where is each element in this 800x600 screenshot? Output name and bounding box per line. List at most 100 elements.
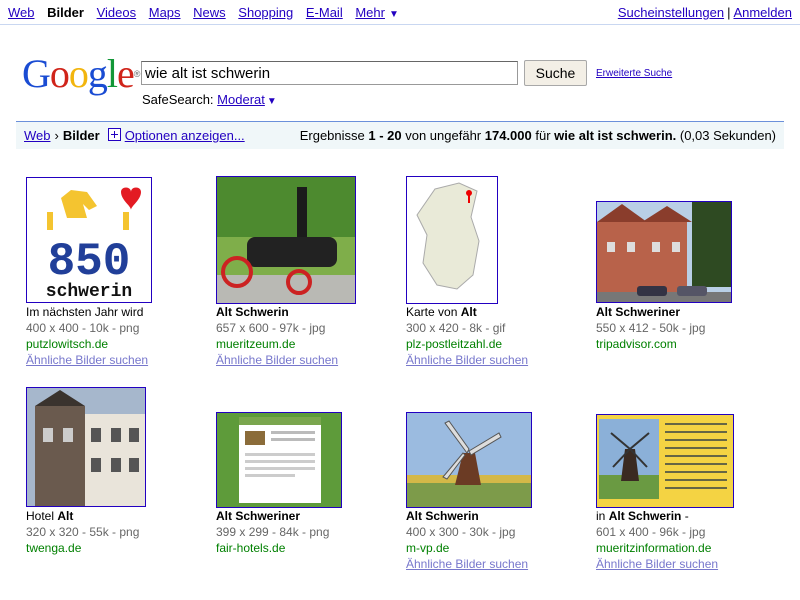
logo-letter: o <box>68 51 89 96</box>
result-domain: mueritzinformation.de <box>596 541 712 555</box>
plus-icon[interactable] <box>107 128 121 141</box>
result-title-part: Karte von <box>406 305 461 319</box>
top-navigation: Web Bilder Videos Maps News Shopping E-M… <box>0 0 800 24</box>
search-input[interactable] <box>141 61 518 85</box>
advanced-search-link[interactable]: Erweiterte Suche <box>596 68 672 79</box>
result-title: Alt Schwerin <box>406 508 581 524</box>
chevron-down-icon[interactable]: ▼ <box>389 9 399 20</box>
search-button[interactable]: Suche <box>524 60 587 86</box>
thumbnail-image <box>407 413 531 507</box>
result-title: Im nächsten Jahr wird <box>26 304 201 320</box>
divider <box>0 24 800 25</box>
nav-maps[interactable]: Maps <box>149 5 181 20</box>
result-dimensions: 400 x 400 - 10k - png <box>26 321 140 335</box>
result-title: in Alt Schwerin - <box>596 508 771 524</box>
nav-videos[interactable]: Videos <box>97 5 137 20</box>
result-title-part: Alt Schweriner <box>216 509 301 523</box>
similar-images-link[interactable]: Ähnliche Bilder suchen <box>406 352 581 368</box>
logo-letter: o <box>49 51 70 96</box>
result-meta: Alt Schweriner 550 x 412 - 50k - jpg tripa… <box>596 304 771 352</box>
logo-letter: l <box>106 51 118 96</box>
result-thumbnail[interactable] <box>216 412 342 508</box>
result-meta: Alt Schweriner 399 x 299 - 84k - png fair-… <box>216 508 391 556</box>
nav-bilder: Bilder <box>47 5 84 20</box>
thumbnail-image: 850 schwerin <box>27 178 151 302</box>
result-thumbnail[interactable] <box>406 412 532 508</box>
result-thumbnail[interactable] <box>216 176 356 304</box>
chevron-down-icon[interactable]: ▼ <box>267 96 277 107</box>
stats-text: von ungefähr <box>401 128 485 143</box>
breadcrumb-current: Bilder <box>62 128 100 143</box>
result-domain: fair-hotels.de <box>216 541 286 555</box>
registered-mark: ® <box>133 69 141 79</box>
result-domain: m-vp.de <box>406 541 450 555</box>
safesearch-control: SafeSearch: Moderat ▼ <box>142 92 277 107</box>
account-links: Sucheinstellungen | Anmelden <box>618 5 792 20</box>
results-bar: Web › Bilder Optionen anzeigen... Ergebniss… <box>16 121 784 149</box>
result-dimensions: 399 x 299 - 84k - png <box>216 525 330 539</box>
nav-news[interactable]: News <box>193 5 226 20</box>
result-dimensions: 300 x 420 - 8k - gif <box>406 321 506 335</box>
result-domain: tripadvisor.com <box>596 337 677 351</box>
result-dimensions: 400 x 300 - 30k - jpg <box>406 525 516 539</box>
result-title: Alt Schweriner <box>216 508 391 524</box>
result-title-part: Alt Schwerin <box>406 509 479 523</box>
result-title-part: Alt Schwerin <box>216 305 289 319</box>
google-logo[interactable]: Google® <box>22 51 141 96</box>
result-title-part: - <box>681 509 689 523</box>
breadcrumb-web[interactable]: Web <box>24 128 51 143</box>
stats-time: (0,03 Sekunden) <box>676 128 776 143</box>
similar-images-link[interactable]: Ähnliche Bilder suchen <box>26 352 201 368</box>
result-meta: in Alt Schwerin -601 x 400 - 96k - jpg mu… <box>596 508 771 572</box>
result-title: Karte von Alt <box>406 304 581 320</box>
result-dimensions: 601 x 400 - 96k - jpg <box>596 525 706 539</box>
svg-text:schwerin: schwerin <box>46 282 132 302</box>
logo-letter: e <box>117 51 135 96</box>
show-options-link[interactable]: Optionen anzeigen... <box>125 128 245 143</box>
result-meta: Alt Schwerin 657 x 600 - 97k - jpg mueritz… <box>216 304 391 368</box>
result-thumbnail[interactable] <box>26 387 146 507</box>
result-meta: Im nächsten Jahr wird 400 x 400 - 10k - p… <box>26 304 201 368</box>
result-title: Alt Schweriner <box>596 304 771 320</box>
result-title-part: Im nächsten Jahr wird <box>26 305 144 319</box>
sign-in-link[interactable]: Anmelden <box>733 5 792 20</box>
thumbnail-image <box>217 413 341 507</box>
logo-letter: G <box>22 51 51 96</box>
result-domain: mueritzeum.de <box>216 337 296 351</box>
result-domain: putzlowitsch.de <box>26 337 109 351</box>
nav-web[interactable]: Web <box>8 5 35 20</box>
result-thumbnail[interactable] <box>406 176 498 304</box>
result-dimensions: 657 x 600 - 97k - jpg <box>216 321 326 335</box>
breadcrumb-separator: › <box>54 128 59 143</box>
result-thumbnail[interactable] <box>596 201 732 303</box>
similar-images-link[interactable]: Ähnliche Bilder suchen <box>406 556 581 572</box>
result-title: Alt Schwerin <box>216 304 391 320</box>
result-meta: Karte von Alt 300 x 420 - 8k - gif plz-pos… <box>406 304 581 368</box>
nav-shopping[interactable]: Shopping <box>238 5 293 20</box>
thumbnail-image <box>407 177 497 303</box>
stats-total: 174.000 <box>484 128 532 143</box>
stats-text: Ergebnisse <box>299 128 369 143</box>
thumbnail-image <box>217 177 355 303</box>
result-title-part: Alt <box>57 509 74 523</box>
result-thumbnail[interactable]: 850 schwerin <box>26 177 152 303</box>
thumbnail-image <box>597 415 733 507</box>
safesearch-label: SafeSearch: <box>142 92 214 107</box>
logo-letter: g <box>87 51 108 96</box>
safesearch-value[interactable]: Moderat <box>217 92 265 107</box>
similar-images-link[interactable]: Ähnliche Bilder suchen <box>216 352 391 368</box>
result-stats: Ergebnisse 1 - 20 von ungefähr 174.000 f… <box>300 128 776 143</box>
search-settings-link[interactable]: Sucheinstellungen <box>618 5 724 20</box>
nav-mehr[interactable]: Mehr <box>355 5 385 20</box>
result-title-part: Alt <box>460 305 477 319</box>
similar-images-link[interactable]: Ähnliche Bilder suchen <box>596 556 771 572</box>
result-title-part: Hotel <box>26 509 58 523</box>
thumbnail-image <box>597 202 731 302</box>
nav-email[interactable]: E-Mail <box>306 5 343 20</box>
svg-text:850: 850 <box>48 236 131 288</box>
result-meta: Alt Schwerin 400 x 300 - 30k - jpg m-vp.de… <box>406 508 581 572</box>
result-thumbnail[interactable] <box>596 414 734 508</box>
result-dimensions: 320 x 320 - 55k - png <box>26 525 140 539</box>
result-dimensions: 550 x 412 - 50k - jpg <box>596 321 706 335</box>
result-title: Hotel Alt <box>26 508 201 524</box>
